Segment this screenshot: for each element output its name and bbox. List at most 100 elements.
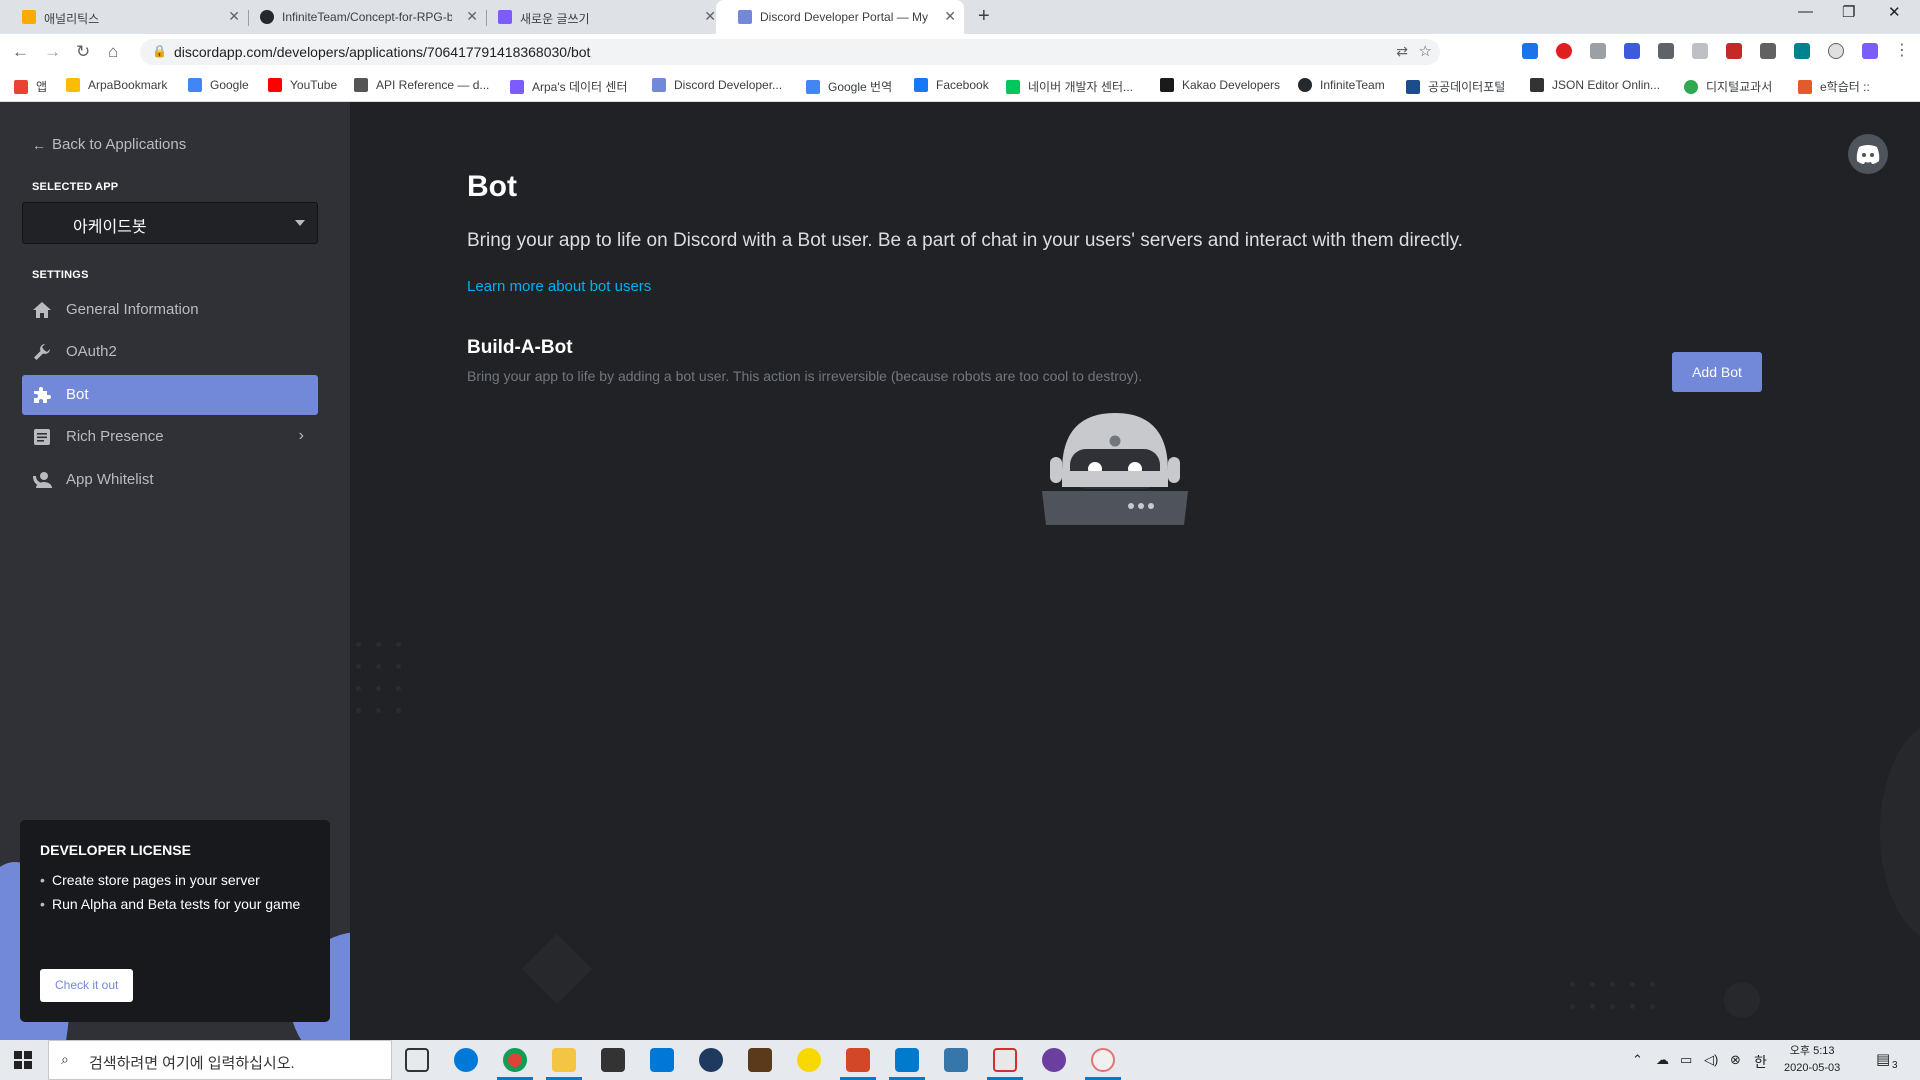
bookmark-naver-developers[interactable]: 네이버 개발자 센터...: [1006, 78, 1133, 95]
python-icon[interactable]: [944, 1048, 968, 1072]
file-explorer-icon[interactable]: [552, 1048, 576, 1072]
arpa-extension-icon[interactable]: [1862, 43, 1878, 59]
kakaotalk-icon[interactable]: [797, 1048, 821, 1072]
screenshot-extension-icon[interactable]: [1590, 43, 1606, 59]
learn-more-link[interactable]: Learn more about bot users: [467, 278, 651, 295]
back-to-applications-link[interactable]: ← Back to Applications: [32, 136, 186, 153]
shield-app-icon[interactable]: [699, 1048, 723, 1072]
url-field[interactable]: 🔒 discordapp.com/developers/applications…: [140, 39, 1440, 65]
ime-indicator[interactable]: 한: [1754, 1052, 1767, 1072]
browser-menu-icon[interactable]: ⋮: [1894, 40, 1910, 60]
s-extension-icon[interactable]: [1658, 43, 1674, 59]
discord-controller-icon: [1856, 145, 1880, 164]
sidebar-item-rich-presence[interactable]: Rich Presence ›: [22, 417, 318, 457]
bookmark-kakao-developers[interactable]: Kakao Developers: [1160, 78, 1280, 92]
tab-close-icon[interactable]: ✕: [944, 8, 956, 25]
chrome-icon[interactable]: [503, 1048, 527, 1072]
download-extension-icon[interactable]: [1522, 43, 1538, 59]
selected-app-heading: SELECTED APP: [32, 181, 119, 193]
bookmark-infiniteteam[interactable]: InfiniteTeam: [1298, 78, 1385, 92]
bookmark-public-data-portal[interactable]: 공공데이터포털: [1406, 78, 1505, 95]
bookmark-label: YouTube: [290, 78, 338, 92]
edge-icon[interactable]: [454, 1048, 478, 1072]
check-it-out-button[interactable]: Check it out: [40, 969, 134, 1002]
windows-start-icon[interactable]: [14, 1051, 32, 1069]
vscode-icon[interactable]: [895, 1048, 919, 1072]
sidebar-item-bot[interactable]: Bot: [22, 375, 318, 415]
json-icon: [1530, 78, 1544, 92]
tab-title: 새로운 글쓰기: [520, 12, 590, 26]
puzzle-icon: [34, 387, 51, 403]
task-view-icon[interactable]: [405, 1048, 429, 1072]
bookmark-api-reference[interactable]: API Reference — d...: [354, 78, 489, 92]
apps-grid-icon: [14, 79, 28, 94]
sidebar-item-general-information[interactable]: General Information: [22, 290, 318, 330]
decorative-circle: [1724, 982, 1760, 1018]
browser-tab-discord[interactable]: Discord Developer Portal — My ✕: [716, 0, 964, 34]
grid-extension-icon[interactable]: [1794, 43, 1810, 59]
tab-close-icon[interactable]: ✕: [704, 8, 716, 25]
bookmark-digital-textbook[interactable]: 디지털교과서: [1684, 78, 1772, 95]
snip-tool-icon[interactable]: [993, 1048, 1017, 1072]
powerpoint-icon[interactable]: [846, 1048, 870, 1072]
bookmark-discord-developer[interactable]: Discord Developer...: [652, 78, 782, 92]
sidebar-item-oauth2[interactable]: OAuth2: [22, 332, 318, 372]
bookmark-facebook[interactable]: Facebook: [914, 78, 989, 92]
new-tab-icon[interactable]: +: [978, 5, 990, 28]
app-selector-dropdown[interactable]: 아케이드봇: [22, 202, 318, 244]
browser-tab-github[interactable]: InfiniteTeam/Concept-for-RPG-b ✕: [238, 0, 486, 34]
search-icon: ⌕: [61, 1051, 69, 1067]
bookmark-google-translate[interactable]: Google 번역: [806, 78, 892, 95]
minimize-icon[interactable]: —: [1798, 3, 1813, 20]
analytics-icon: [22, 10, 36, 24]
url-text[interactable]: discordapp.com/developers/applications/7…: [174, 44, 590, 60]
forward-arrow-icon[interactable]: →: [44, 42, 61, 62]
cat-app-icon[interactable]: [1042, 1048, 1066, 1072]
notification-center-icon[interactable]: ▤: [1876, 1050, 1890, 1068]
bookmark-apps[interactable]: 앱: [14, 78, 47, 95]
network-app-icon[interactable]: [1091, 1048, 1115, 1072]
minecraft-icon[interactable]: [748, 1048, 772, 1072]
store-icon[interactable]: [601, 1048, 625, 1072]
bookmark-e-learning[interactable]: e학습터 ::: [1798, 78, 1870, 95]
system-clock[interactable]: 오후 5:13 2020-05-03: [1784, 1043, 1840, 1077]
home-icon[interactable]: ⌂: [108, 42, 118, 62]
network-icon[interactable]: ▭: [1680, 1052, 1692, 1068]
taskbar-search-box[interactable]: ⌕ 검색하려면 여기에 입력하십시오.: [48, 1040, 392, 1080]
sidebar-item-app-whitelist[interactable]: App Whitelist: [22, 460, 318, 500]
bookmark-youtube[interactable]: YouTube: [268, 78, 337, 92]
page-title: Bot: [467, 170, 517, 203]
browser-tab-new-post[interactable]: 새로운 글쓰기 ✕: [476, 0, 724, 34]
chart-extension-icon[interactable]: [1624, 43, 1640, 59]
browser-tab-analytics[interactable]: 애널리틱스 ✕: [0, 0, 248, 34]
opera-extension-icon[interactable]: [1556, 43, 1572, 59]
translate-icon: [806, 79, 820, 94]
bookmark-arpabookmark[interactable]: ArpaBookmark: [66, 78, 167, 92]
add-bot-button[interactable]: Add Bot: [1672, 352, 1762, 392]
bookmark-label: Facebook: [936, 78, 989, 92]
onedrive-icon[interactable]: ☁: [1656, 1052, 1669, 1068]
discord-logo-icon[interactable]: [1848, 134, 1888, 174]
info-extension-icon[interactable]: [1760, 43, 1776, 59]
translate-icon[interactable]: ⇄: [1396, 43, 1408, 60]
bookmark-json-editor[interactable]: JSON Editor Onlin...: [1530, 78, 1660, 92]
status-cross-icon[interactable]: ⊗: [1730, 1052, 1741, 1068]
bookmark-arpa-data[interactable]: Arpa's 데이터 센터: [510, 78, 628, 95]
video-extension-icon[interactable]: [1726, 43, 1742, 59]
search-placeholder: 검색하려면 여기에 입력하십시오.: [89, 1055, 295, 1072]
reload-icon[interactable]: ↻: [76, 42, 90, 62]
tray-expand-icon[interactable]: ⌃: [1632, 1052, 1643, 1068]
arrow-extension-icon[interactable]: [1692, 43, 1708, 59]
bookmark-star-icon[interactable]: ☆: [1419, 42, 1432, 60]
restore-icon[interactable]: ❐: [1842, 3, 1855, 21]
chevron-right-icon[interactable]: ›: [299, 427, 304, 445]
back-arrow-icon[interactable]: ←: [12, 42, 29, 62]
close-window-icon[interactable]: ✕: [1888, 3, 1901, 21]
circle-extension-icon[interactable]: [1828, 43, 1844, 59]
lock-icon: 🔒: [152, 44, 167, 58]
back-link-label: Back to Applications: [52, 136, 187, 153]
mail-icon[interactable]: [650, 1048, 674, 1072]
bookmark-label: InfiniteTeam: [1320, 78, 1385, 92]
volume-icon[interactable]: ◁): [1704, 1052, 1718, 1068]
bookmark-google[interactable]: Google: [188, 78, 249, 92]
